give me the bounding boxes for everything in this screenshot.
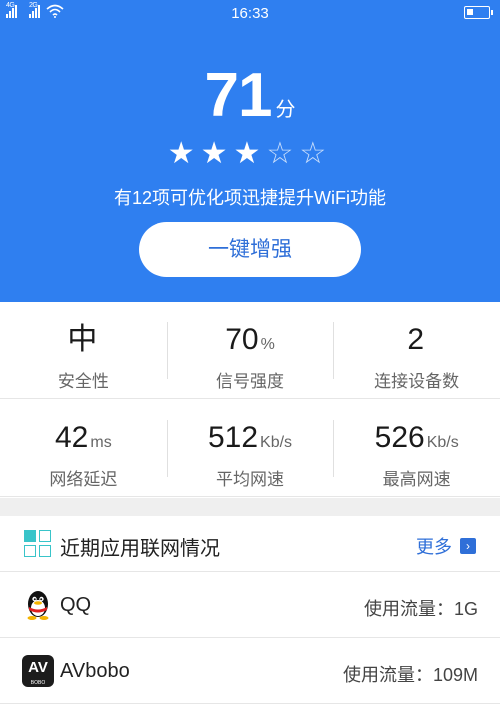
- stat-label: 信号强度: [216, 372, 284, 391]
- stat-security: 中 安全性: [0, 302, 167, 398]
- icon-text: AV: [28, 659, 48, 676]
- app-data-usage: 使用流量：1G: [363, 599, 478, 619]
- avbobo-app-icon: AV BOBO: [22, 655, 54, 687]
- stat-latency: 42 ms 网络延迟: [0, 400, 167, 496]
- section-divider: [0, 498, 500, 516]
- stat-value: 512: [207, 421, 259, 454]
- stat-value: 70: [225, 323, 259, 356]
- stat-label: 网络延迟: [49, 470, 118, 489]
- app-grid-icon: [24, 530, 52, 558]
- star-empty-icon: ☆: [266, 137, 300, 170]
- stat-signal-strength: 70% 信号强度: [166, 302, 334, 398]
- stat-average-speed: 512 Kb/s 平均网速: [166, 400, 334, 496]
- stat-value: 526: [374, 421, 425, 454]
- app-row-qq[interactable]: QQ 使用流量：1G: [0, 572, 500, 638]
- stat-label: 连接设备数: [374, 372, 460, 391]
- star-empty-icon: ☆: [299, 137, 333, 170]
- star-filled-icon: ★: [233, 137, 267, 170]
- stat-label: 最高网速: [382, 470, 451, 489]
- more-link[interactable]: 更多 ›: [416, 533, 476, 559]
- section-title: 近期应用联网情况: [60, 538, 220, 560]
- stat-unit: ms: [90, 434, 112, 451]
- recent-apps-header: 近期应用联网情况 更多 ›: [0, 516, 500, 572]
- qq-penguin-icon: [27, 591, 49, 620]
- stat-value: 42: [54, 421, 89, 454]
- app-data-usage: 使用流量：109M: [342, 665, 478, 685]
- stat-unit: Kb/s: [260, 434, 293, 451]
- stat-connected-devices: 2 连接设备数: [333, 302, 500, 398]
- chevron-right-icon: ›: [460, 538, 476, 554]
- more-label: 更多: [416, 537, 452, 557]
- score-header: 4G 2G 16:33 71 分 ★★★☆☆ 有12项可优化项迅捷提升WiFi功能…: [0, 0, 500, 302]
- app-row-avbobo[interactable]: AV BOBO AVbobo 使用流量：109M: [0, 638, 500, 704]
- stat-unit: Kb/s: [426, 434, 459, 451]
- star-filled-icon: ★: [167, 137, 201, 170]
- battery-icon: [464, 6, 493, 19]
- wifi-score: 71 分: [0, 60, 500, 131]
- icon-subtext: BOBO: [30, 680, 46, 686]
- clock: 16:33: [231, 5, 269, 22]
- score-value: 71: [204, 61, 273, 130]
- status-bar: 4G 2G 16:33: [0, 0, 500, 28]
- stats-row-2: 42 ms 网络延迟 512 Kb/s 平均网速 526 Kb/s 最高网速: [0, 400, 500, 497]
- stat-max-speed: 526 Kb/s 最高网速: [333, 400, 500, 496]
- optimization-tip: 有12项可优化项迅捷提升WiFi功能: [113, 188, 386, 208]
- stat-label: 平均网速: [216, 470, 284, 489]
- app-name: QQ: [60, 594, 92, 616]
- stats-row-1: 中 安全性 70% 信号强度 2 连接设备数: [0, 302, 500, 399]
- stat-value: 中: [67, 323, 98, 356]
- stat-label: 安全性: [57, 372, 109, 391]
- stat-value: 2: [407, 323, 425, 356]
- one-click-boost-button[interactable]: 一键增强: [139, 222, 361, 277]
- star-filled-icon: ★: [200, 137, 234, 170]
- stat-unit: %: [260, 336, 275, 353]
- score-unit: 分: [275, 99, 296, 121]
- app-name: AVbobo: [60, 660, 130, 682]
- star-rating: ★★★☆☆: [0, 136, 500, 171]
